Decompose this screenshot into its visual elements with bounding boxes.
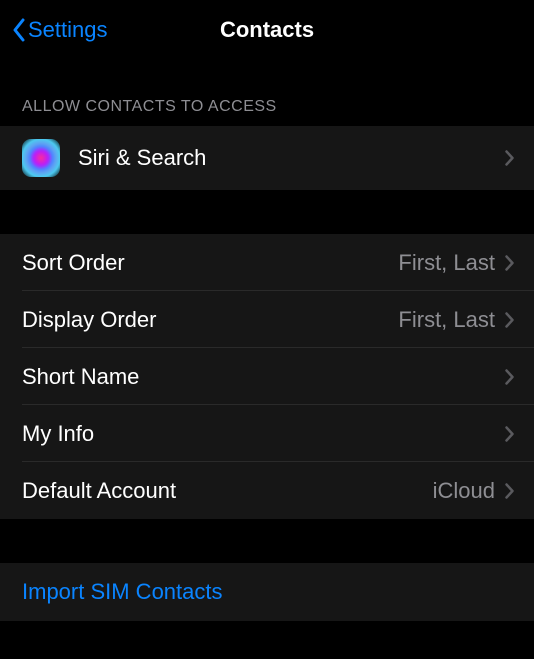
list-access: Siri & Search (0, 126, 534, 190)
siri-label: Siri & Search (78, 145, 505, 171)
chevron-right-icon (505, 255, 514, 271)
row-value: First, Last (398, 307, 495, 333)
chevron-right-icon (505, 312, 514, 328)
section-gap (0, 519, 534, 563)
row-value: First, Last (398, 250, 495, 276)
chevron-left-icon (12, 18, 26, 42)
back-label: Settings (28, 17, 108, 43)
siri-icon (22, 139, 60, 177)
row-import-sim[interactable]: Import SIM Contacts (0, 563, 534, 621)
page-title: Contacts (220, 17, 314, 43)
section-gap (0, 190, 534, 234)
back-button[interactable]: Settings (12, 17, 108, 43)
row-sort-order[interactable]: Sort Order First, Last (0, 234, 534, 291)
row-display-order[interactable]: Display Order First, Last (0, 291, 534, 348)
section-header-access: Allow Contacts to Access (0, 60, 534, 126)
row-label: Short Name (22, 364, 495, 390)
row-label: Sort Order (22, 250, 398, 276)
row-short-name[interactable]: Short Name (0, 348, 534, 405)
chevron-right-icon (505, 483, 514, 499)
list-actions: Import SIM Contacts (0, 563, 534, 621)
list-settings: Sort Order First, Last Display Order Fir… (0, 234, 534, 519)
row-value: iCloud (433, 478, 495, 504)
row-label: Display Order (22, 307, 398, 333)
row-label: Default Account (22, 478, 433, 504)
chevron-right-icon (505, 150, 514, 166)
row-label: My Info (22, 421, 495, 447)
nav-header: Settings Contacts (0, 0, 534, 60)
chevron-right-icon (505, 426, 514, 442)
chevron-right-icon (505, 369, 514, 385)
row-siri-search[interactable]: Siri & Search (0, 126, 534, 190)
import-label: Import SIM Contacts (22, 579, 514, 605)
row-default-account[interactable]: Default Account iCloud (0, 462, 534, 519)
row-my-info[interactable]: My Info (0, 405, 534, 462)
